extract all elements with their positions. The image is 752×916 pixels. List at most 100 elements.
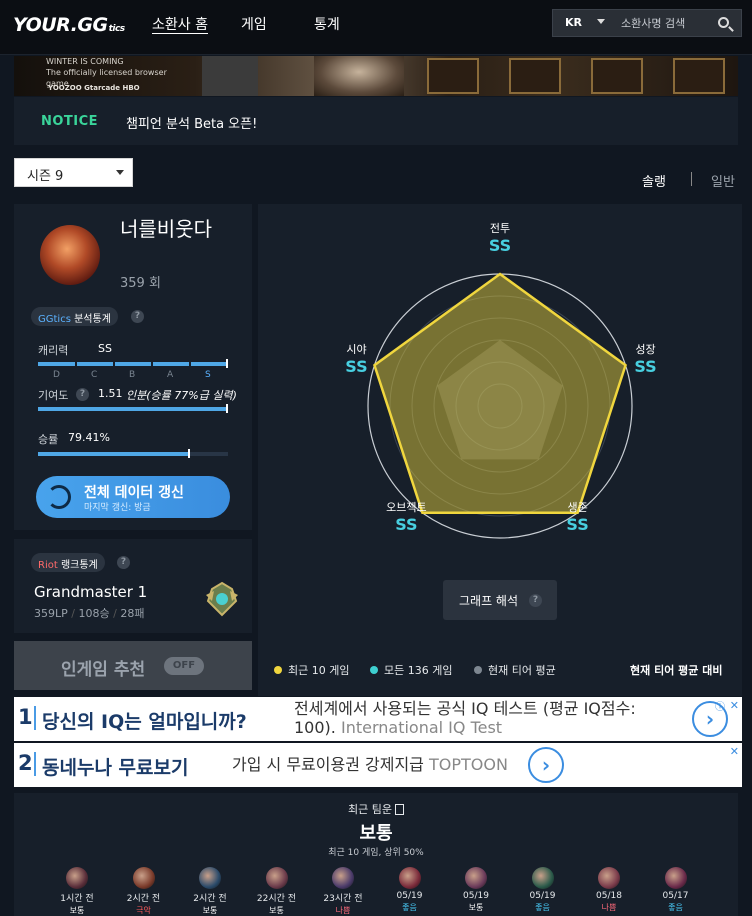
legend-all: 모든 136 게임 — [384, 664, 453, 677]
game-item[interactable]: 2시간 전 보통 — [180, 867, 240, 916]
game-time: 22시간 전 — [256, 894, 297, 904]
season-select[interactable]: 시즌 9 — [14, 158, 133, 187]
chevron-down-icon — [116, 170, 124, 175]
skill-bar-fill — [38, 362, 228, 366]
wolf-sigil-image — [202, 56, 258, 96]
tab-divider — [691, 172, 692, 186]
contribution-bar-fill — [38, 407, 228, 411]
nav-summoner-home[interactable]: 소환사 홈 — [152, 14, 208, 34]
game-team-luck: 나쁨 — [335, 906, 351, 915]
help-icon[interactable]: ? — [131, 310, 144, 323]
ad-description: 전세계에서 사용되는 공식 IQ 테스트 (평균 IQ점수: 100). Inte… — [294, 699, 636, 737]
refresh-data-button[interactable]: 전체 데이터 갱신 마지막 갱신: 방금 — [36, 476, 230, 518]
champion-avatar — [132, 867, 155, 889]
search-icon[interactable] — [718, 17, 729, 28]
help-icon[interactable]: ? — [117, 556, 130, 569]
notice-bar[interactable]: NOTICE 챔피언 분석 Beta 오픈! — [14, 97, 738, 145]
game-time: 1시간 전 — [60, 894, 94, 904]
grandmaster-emblem-icon — [206, 581, 238, 617]
champion-avatar — [664, 867, 687, 889]
radar-axis-label: 시야 — [346, 343, 366, 356]
contribution-note: 인분(승률 77%급 실력) — [126, 389, 237, 402]
ad-title: 동네누나 무료보기 — [42, 757, 189, 779]
winrate-bar — [38, 449, 228, 458]
close-icon[interactable]: ✕ — [730, 745, 739, 758]
tier-compare-toggle[interactable]: 현재 티어 평균 대비 — [630, 662, 722, 678]
tab-normal[interactable]: 일반 — [711, 171, 735, 190]
champion-avatar — [66, 867, 88, 889]
tab-solo-rank[interactable]: 솔랭 — [642, 171, 666, 190]
game-time: 05/17 — [662, 891, 689, 901]
champion-avatar — [332, 867, 354, 889]
text-ad-1[interactable]: 1 당신의 IQ는 얼마입니까? 전세계에서 사용되는 공식 IQ 테스트 (평… — [14, 697, 742, 741]
game-item[interactable]: 2시간 전극악 — [114, 867, 174, 916]
skill-bar-marker — [226, 359, 228, 368]
ad-divider — [34, 706, 36, 730]
search-input[interactable]: 소환사명 검색 — [621, 15, 685, 31]
legend-recent: 최근 10 게임 — [288, 664, 350, 677]
close-icon[interactable]: ✕ — [730, 699, 739, 712]
region-select[interactable]: KR — [565, 16, 582, 29]
winrate-label: 승률 — [38, 433, 59, 446]
ad-number: 2 — [18, 751, 33, 775]
team-luck-subtitle: 최근 10 게임, 상위 50% — [328, 848, 424, 858]
refresh-subtitle: 마지막 갱신: 방금 — [84, 503, 151, 513]
radar-axis-grade: SS — [489, 236, 511, 255]
ingame-recommend-toggle[interactable]: 인게임 추천 OFF — [14, 641, 252, 690]
nav-stats[interactable]: 통계 — [314, 14, 340, 34]
grade-s: S — [205, 370, 211, 380]
game-time: 2시간 전 — [126, 894, 161, 904]
banner-item-image — [673, 58, 725, 94]
analysis-badge: GGtics 분석통계 — [31, 307, 118, 326]
grade-b: B — [129, 370, 136, 380]
ad-divider — [34, 752, 36, 776]
game-item[interactable]: 1시간 전 보통 — [47, 867, 107, 916]
game-team-luck: 보통 — [269, 906, 284, 915]
chevron-down-icon[interactable] — [597, 19, 605, 24]
game-item[interactable]: 05/18 나쁨 — [579, 867, 639, 913]
character-portrait-image — [314, 56, 404, 96]
site-logo[interactable]: YOUR.GGtics — [13, 14, 125, 36]
skill-bar-gap — [189, 362, 191, 366]
banner-item-image — [509, 58, 561, 94]
radar-axis-grade: SS — [566, 515, 588, 534]
game-item[interactable]: 05/17 좋음 — [646, 867, 706, 913]
refresh-title: 전체 데이터 갱신 — [84, 485, 184, 501]
banner-item-image — [427, 58, 479, 94]
notice-tag: NOTICE — [41, 114, 99, 129]
grade-a: A — [167, 370, 174, 380]
game-item[interactable]: 23시간 전 나쁨 — [313, 867, 373, 916]
skill-bar-gap — [113, 362, 115, 366]
winrate-value: 79.41% — [68, 431, 110, 444]
rank-tier: Grandmaster 1 — [34, 583, 148, 601]
text-ad-2[interactable]: 2 동네누나 무료보기 가입 시 무료이용권 강제지급 TOPTOON › ✕ — [14, 743, 742, 787]
grade-d: D — [53, 370, 60, 380]
radar-axis-label: 생존 — [567, 501, 587, 514]
help-icon[interactable]: ? — [76, 388, 89, 401]
banner-item-image — [591, 58, 643, 94]
radar-axis-label: 오브젝트 — [386, 501, 426, 514]
ad-info-icon[interactable]: ⓘ — [715, 698, 725, 713]
game-team-luck: 극악 — [136, 906, 151, 915]
game-time: 05/19 — [529, 891, 556, 901]
game-item[interactable]: 05/19 좋음 — [513, 867, 573, 913]
ad-banner[interactable]: WINTER IS COMING The officially licensed … — [14, 56, 738, 96]
legend-dot-tier — [474, 666, 482, 674]
contribution-bar-marker — [226, 404, 228, 413]
graph-explain-button[interactable]: 그래프 해석 ? — [443, 580, 557, 620]
nav-game[interactable]: 게임 — [241, 14, 267, 34]
champion-avatar — [465, 867, 487, 889]
off-toggle[interactable]: OFF — [164, 657, 204, 675]
skill-label: 캐리력 — [38, 344, 69, 357]
radar-axis-label: 전투 — [490, 222, 510, 235]
document-icon[interactable] — [394, 804, 404, 815]
chevron-right-icon[interactable]: › — [528, 747, 564, 783]
game-team-luck: 좋음 — [402, 903, 417, 912]
refresh-icon — [47, 485, 71, 509]
game-team-luck: 보통 — [468, 903, 484, 912]
radar-card: 전투 SS 성장 SS 생존 SS 오브젝트 SS 시야 SS — [258, 204, 742, 641]
game-item[interactable]: 05/19 보통 — [446, 867, 506, 913]
game-item[interactable]: 05/19 좋음 — [380, 867, 440, 913]
radar-axis-grade: SS — [345, 357, 367, 376]
game-item[interactable]: 22시간 전보통 — [247, 867, 307, 916]
